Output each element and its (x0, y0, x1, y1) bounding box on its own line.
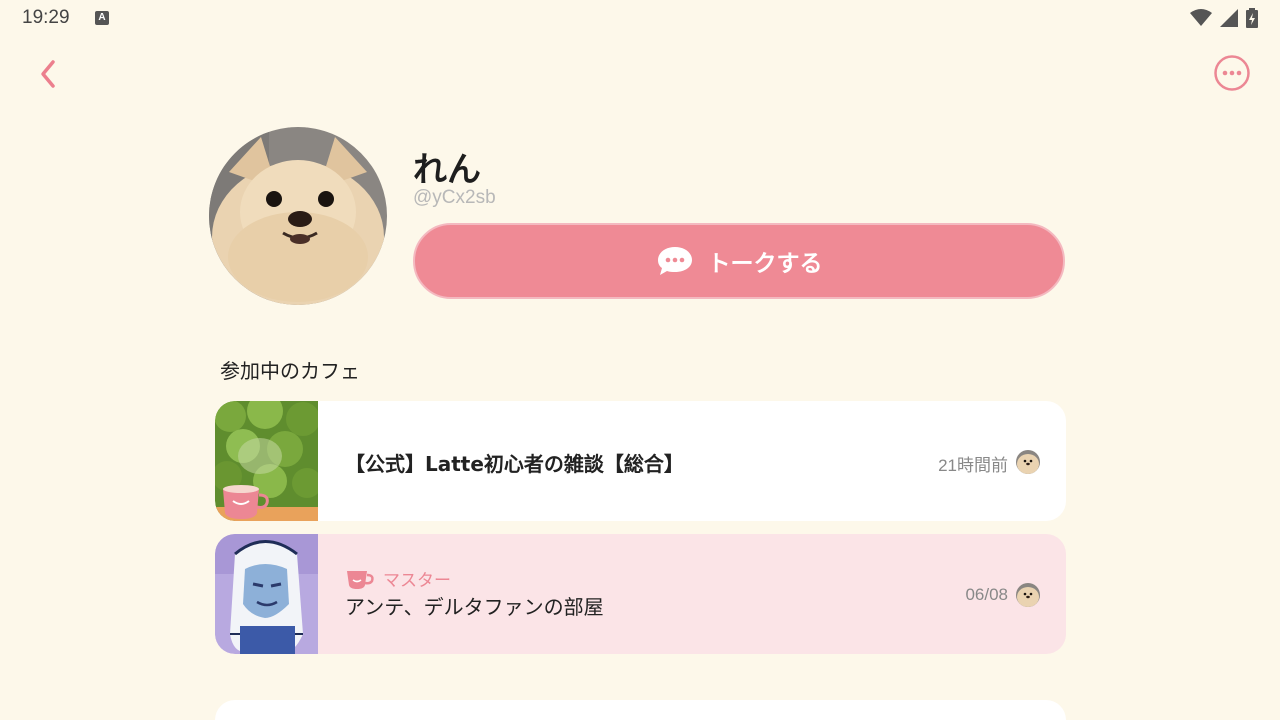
cafe-list-item[interactable]: 【公式】Latte初心者の雑談【総合】 21時間前 (215, 401, 1066, 521)
member-avatar (1016, 583, 1040, 607)
notification-icon: A (95, 11, 109, 25)
cafe-list-item-partial[interactable] (215, 700, 1066, 720)
member-avatar (1016, 450, 1040, 474)
status-icons (1190, 8, 1258, 28)
profile-name: れん (413, 150, 481, 190)
cafe-list-item[interactable]: マスター アンテ、デルタファンの部屋 06/08 (215, 534, 1066, 654)
cafe-time: 06/08 (965, 585, 1008, 604)
master-label: マスター (383, 571, 451, 591)
back-chevron-icon (41, 60, 55, 88)
cafe-thumbnail (215, 534, 318, 654)
back-button[interactable] (30, 56, 66, 92)
cafe-thumbnail (215, 401, 318, 521)
cafe-time: 21時間前 (938, 456, 1008, 475)
status-bar: 19:29 A (0, 0, 1280, 36)
cup-icon (347, 570, 374, 589)
status-time: 19:29 (22, 7, 70, 28)
section-title: 参加中のカフェ (220, 359, 360, 383)
talk-button-label: トークする (707, 251, 823, 277)
chat-bubble-icon (657, 247, 692, 275)
signal-icon (1220, 9, 1238, 27)
profile-avatar (209, 127, 387, 305)
more-options-button[interactable] (1213, 54, 1251, 92)
profile-handle: @yCx2sb (413, 187, 496, 208)
more-options-icon (1214, 55, 1250, 91)
wifi-icon (1190, 9, 1212, 26)
battery-icon (1246, 8, 1258, 28)
master-badge: マスター (345, 566, 451, 591)
cafe-title: 【公式】Latte初心者の雑談【総合】 (345, 452, 684, 476)
cafe-title: アンテ、デルタファンの部屋 (345, 595, 604, 619)
talk-button[interactable]: トークする (413, 223, 1065, 299)
